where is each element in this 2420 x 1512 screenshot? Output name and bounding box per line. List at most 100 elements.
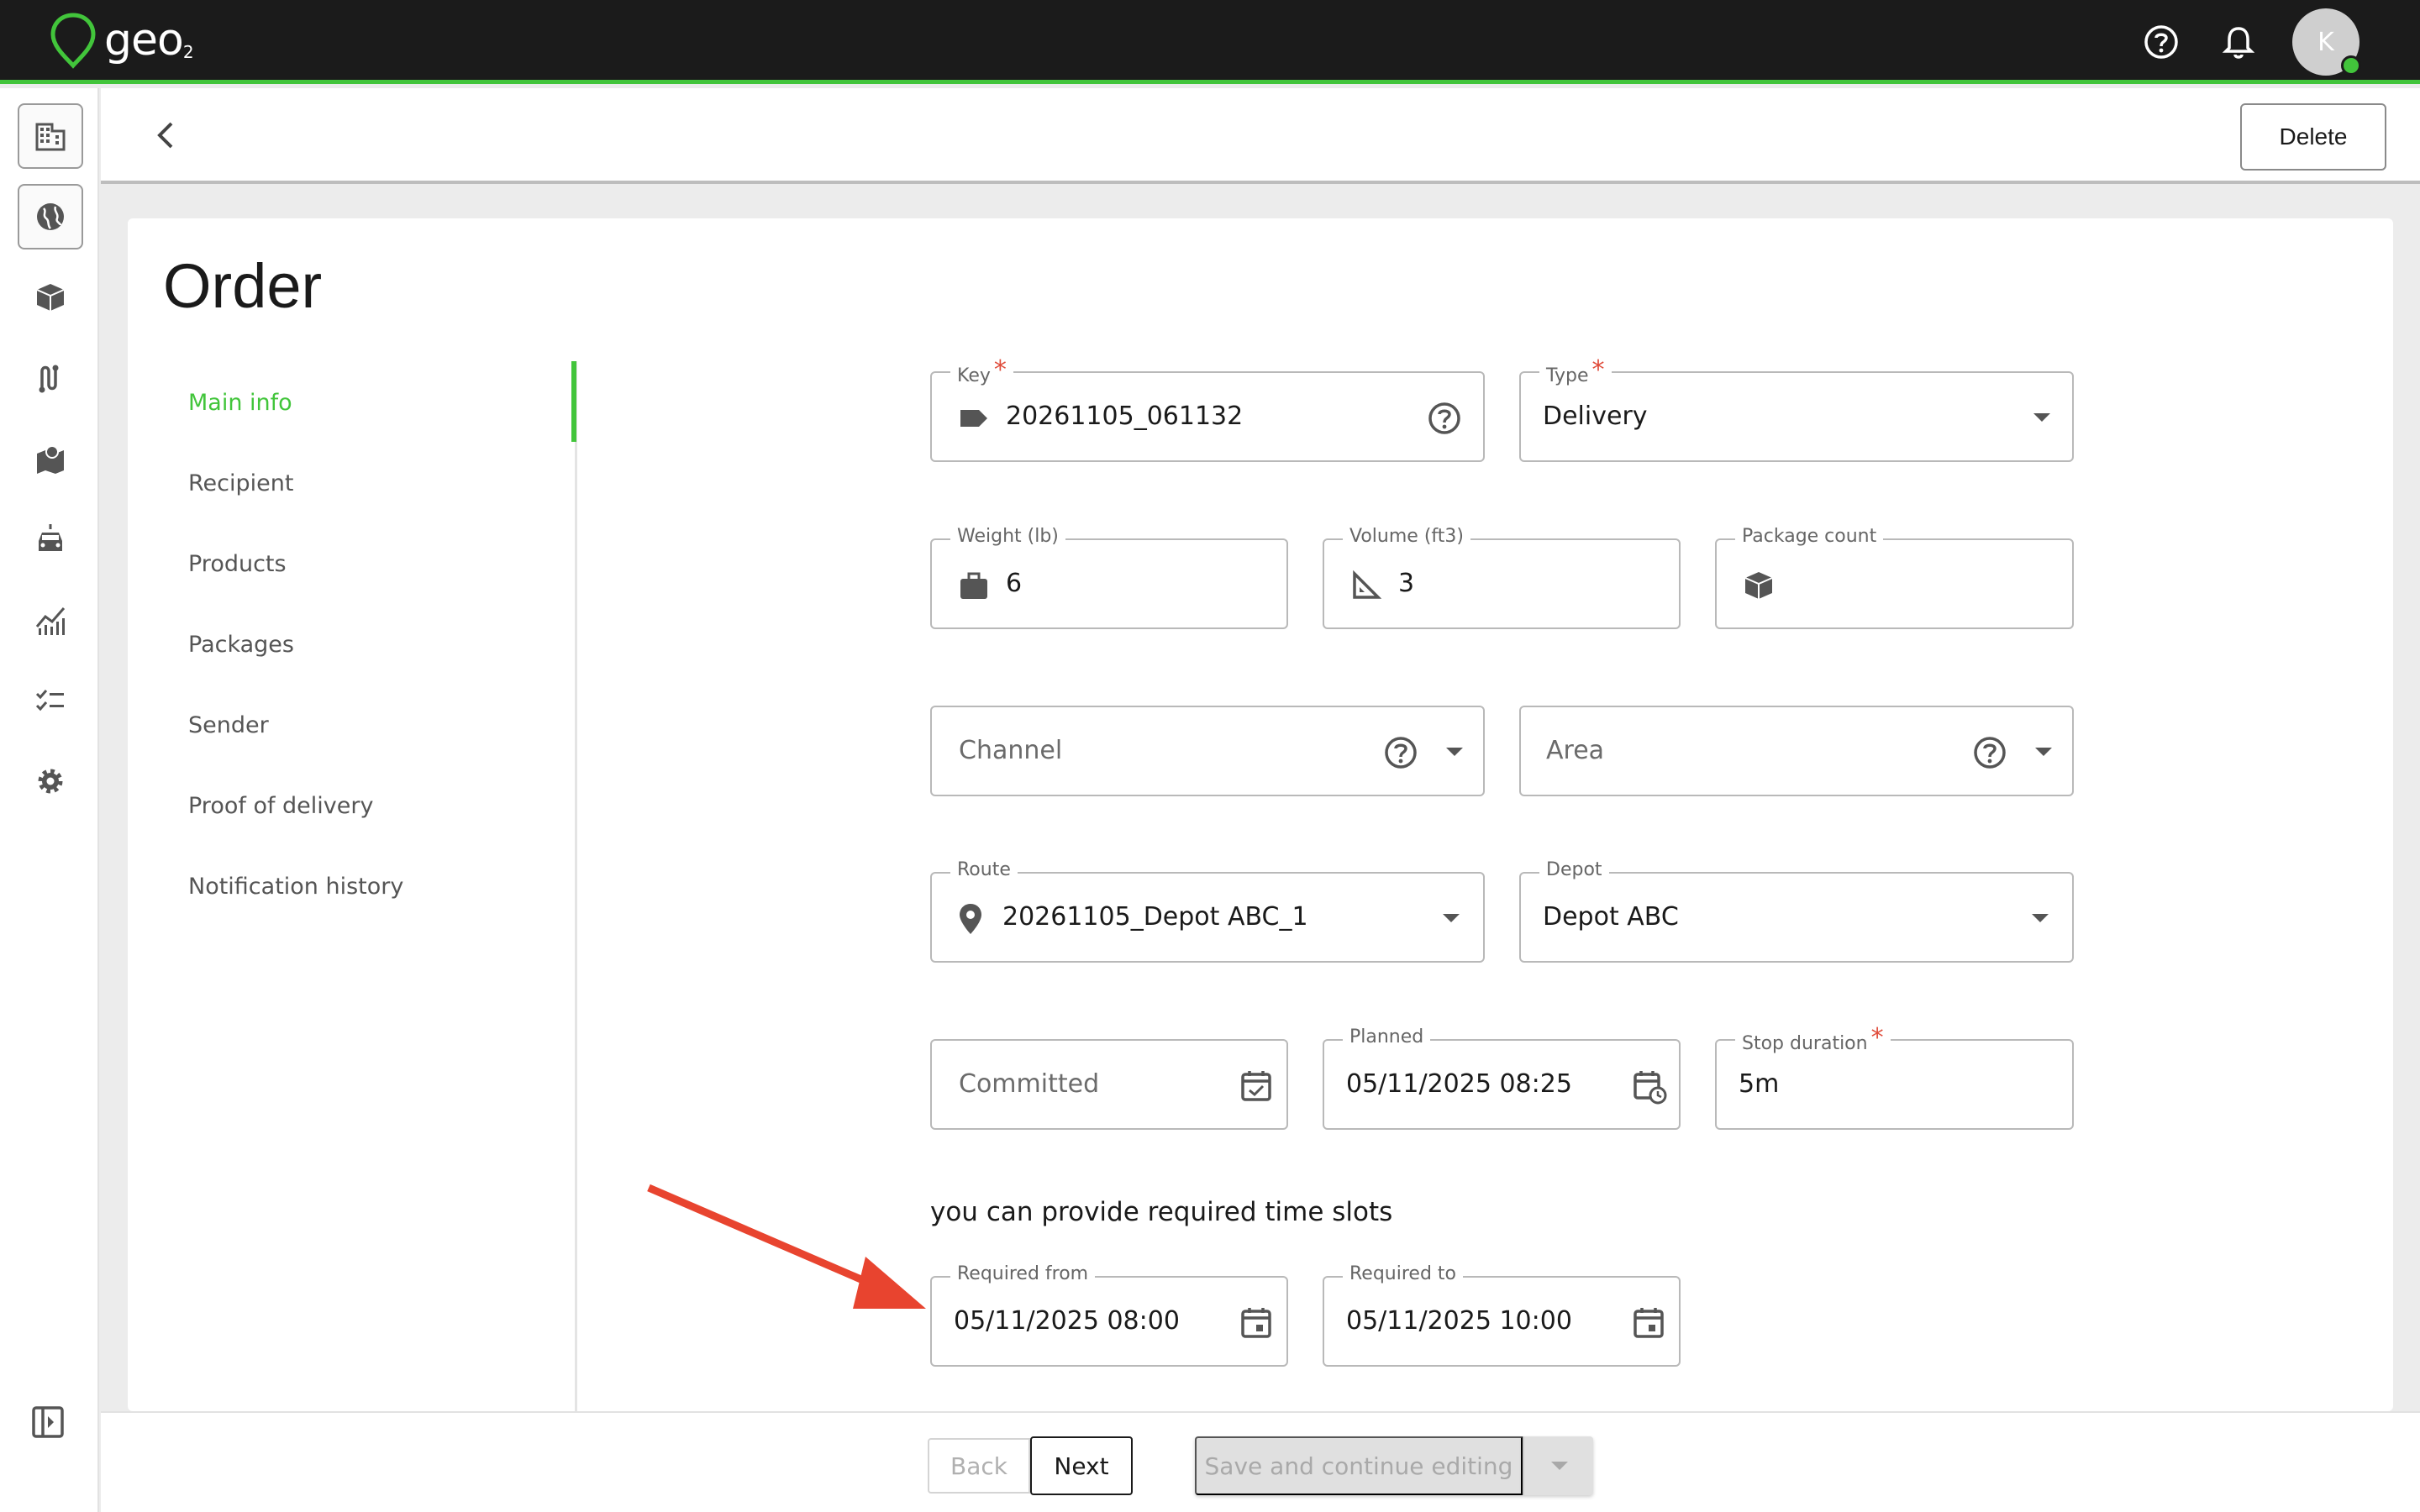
calendar-icon[interactable] xyxy=(1238,1305,1275,1341)
help-circle-icon[interactable] xyxy=(1382,734,1419,771)
rail-item-packages[interactable] xyxy=(18,265,83,330)
save-options-dropdown[interactable] xyxy=(1523,1436,1593,1495)
location-pin-icon xyxy=(960,904,981,934)
page-header: Delete xyxy=(101,88,2420,184)
set-square-icon xyxy=(1353,570,1382,599)
chevron-down-icon xyxy=(2032,914,2049,922)
help-circle-icon[interactable] xyxy=(1971,734,2008,771)
volume-label: Volume (ft3) xyxy=(1343,526,1470,547)
nav-item-sender[interactable]: Sender xyxy=(188,712,269,738)
area-select[interactable]: Area xyxy=(1519,706,2074,796)
rail-item-map[interactable] xyxy=(18,426,83,491)
required-to-field[interactable]: Required to 05/11/2025 10:00 xyxy=(1323,1263,1681,1367)
depot-label: Depot xyxy=(1539,859,1609,880)
key-field[interactable]: Key * 20261105_061132 xyxy=(930,355,1485,462)
nav-item-notification-history[interactable]: Notification history xyxy=(188,874,403,900)
required-from-label: Required from xyxy=(950,1263,1096,1284)
logo-sub: 2 xyxy=(182,42,194,62)
annotation-arrow xyxy=(647,1184,926,1309)
nav-item-recipient[interactable]: Recipient xyxy=(188,470,293,496)
top-bar: geo 2 K xyxy=(0,0,2420,84)
page-title: Order xyxy=(163,251,323,321)
back-button[interactable]: Back xyxy=(928,1438,1030,1494)
calendar-clock-icon[interactable] xyxy=(1630,1068,1667,1105)
calendar-check-icon[interactable] xyxy=(1238,1068,1275,1105)
key-value: 20261105_061132 xyxy=(1006,402,1244,431)
chevron-down-icon xyxy=(1443,914,1460,922)
weight-value: 6 xyxy=(1006,569,1023,598)
route-icon xyxy=(39,365,59,393)
type-select[interactable]: Type * Delivery xyxy=(1519,355,2074,462)
rail-item-analytics[interactable] xyxy=(18,587,83,653)
depot-select[interactable]: Depot Depot ABC xyxy=(1519,859,2074,963)
save-continue-button[interactable]: Save and continue editing xyxy=(1195,1436,1523,1495)
weight-field[interactable]: Weight (lb) 6 xyxy=(930,526,1288,629)
briefcase-icon xyxy=(960,572,987,599)
app-logo[interactable]: geo 2 xyxy=(49,12,194,69)
chevron-down-icon xyxy=(2033,413,2050,422)
sidebar-collapse-icon[interactable] xyxy=(30,1404,66,1440)
building-icon xyxy=(35,123,66,151)
required-to-label: Required to xyxy=(1343,1263,1463,1284)
nav-item-packages[interactable]: Packages xyxy=(188,632,294,658)
rail-item-globe[interactable] xyxy=(18,184,83,249)
channel-placeholder: Channel xyxy=(959,736,1063,765)
required-to-value: 05/11/2025 10:00 xyxy=(1346,1306,1572,1336)
back-chevron-icon[interactable] xyxy=(145,113,188,157)
help-circle-icon[interactable] xyxy=(2143,24,2180,60)
planned-value: 05/11/2025 08:25 xyxy=(1346,1069,1572,1099)
bottom-action-bar: Back Next Save and continue editing xyxy=(101,1411,2420,1512)
delete-button[interactable]: Delete xyxy=(2240,103,2386,171)
channel-select[interactable]: Channel xyxy=(930,706,1485,796)
box-icon xyxy=(1744,572,1773,599)
volume-field[interactable]: Volume (ft3) 3 xyxy=(1323,526,1681,629)
package-count-label: Package count xyxy=(1735,526,1884,547)
rail-item-routes[interactable] xyxy=(18,345,83,411)
stop-duration-field[interactable]: Stop duration * 5m xyxy=(1715,1023,2074,1130)
package-count-field[interactable]: Package count xyxy=(1715,526,2074,629)
type-label: Type * xyxy=(1539,355,1612,388)
area-placeholder: Area xyxy=(1546,736,1605,765)
nav-item-proof-of-delivery[interactable]: Proof of delivery xyxy=(188,793,373,819)
committed-placeholder: Committed xyxy=(959,1069,1100,1099)
planned-label: Planned xyxy=(1343,1026,1431,1047)
nav-active-indicator xyxy=(571,361,576,442)
map-icon xyxy=(37,445,64,474)
bell-icon[interactable] xyxy=(2220,24,2257,60)
planned-field[interactable]: Planned 05/11/2025 08:25 xyxy=(1323,1026,1681,1130)
route-label: Route xyxy=(950,859,1018,880)
chevron-down-icon xyxy=(2035,748,2052,756)
nav-item-products[interactable]: Products xyxy=(188,551,287,577)
avatar-initial: K xyxy=(2317,27,2334,57)
depot-value: Depot ABC xyxy=(1543,902,1679,932)
type-label-text: Type xyxy=(1546,365,1589,386)
required-marker: * xyxy=(993,355,1007,385)
nav-item-main-info[interactable]: Main info xyxy=(188,390,292,416)
required-from-field[interactable]: Required from 05/11/2025 08:00 xyxy=(930,1263,1288,1367)
logo-text: geo xyxy=(104,15,184,66)
committed-field[interactable]: Committed xyxy=(930,1039,1288,1130)
help-circle-icon[interactable] xyxy=(1426,400,1463,437)
rail-item-tasks[interactable] xyxy=(18,668,83,733)
left-rail xyxy=(0,88,99,1512)
location-pin-logo-icon xyxy=(50,13,96,69)
volume-value: 3 xyxy=(1398,569,1415,598)
route-select[interactable]: Route 20261105_Depot ABC_1 xyxy=(930,859,1485,963)
required-from-value: 05/11/2025 08:00 xyxy=(954,1306,1180,1336)
calendar-icon[interactable] xyxy=(1630,1305,1667,1341)
stop-duration-label-text: Stop duration xyxy=(1742,1033,1868,1054)
time-slots-hint: you can provide required time slots xyxy=(930,1197,1393,1227)
vehicle-icon xyxy=(39,524,62,551)
key-label-text: Key xyxy=(957,365,991,386)
next-button[interactable]: Next xyxy=(1030,1436,1133,1495)
rail-item-vehicles[interactable] xyxy=(18,507,83,572)
analytics-icon xyxy=(35,607,66,635)
tag-icon xyxy=(960,410,987,427)
weight-label: Weight (lb) xyxy=(950,526,1065,547)
chevron-down-icon xyxy=(1446,748,1463,756)
box-icon xyxy=(36,284,65,311)
rail-item-buildings[interactable] xyxy=(18,103,83,169)
rail-item-settings[interactable] xyxy=(18,748,83,814)
type-value: Delivery xyxy=(1543,402,1648,431)
required-marker: * xyxy=(1870,1023,1884,1053)
